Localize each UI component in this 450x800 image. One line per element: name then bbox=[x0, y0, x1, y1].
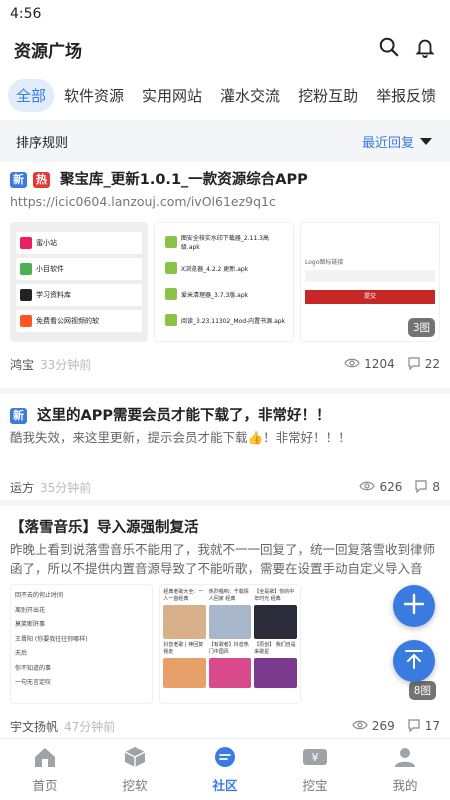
coin-icon: ¥ bbox=[302, 746, 328, 771]
post-image[interactable]: Logo图标链接 提交 3图 bbox=[300, 222, 440, 342]
status-bar: 4:56 bbox=[0, 0, 450, 28]
nav-label: 挖宝 bbox=[302, 777, 328, 793]
search-icon[interactable] bbox=[378, 36, 400, 62]
post-image[interactable]: 图安全核实水印下载器_2.11.3高级.apk X浏览器_4.2.2 更新.ap… bbox=[154, 222, 294, 342]
post-meta: 运方 35分钟前 626 8 bbox=[10, 473, 440, 501]
user-icon bbox=[393, 746, 417, 771]
post-meta: 宇文扬帆 47分钟前 269 17 bbox=[10, 712, 440, 740]
page-title: 资源广场 bbox=[14, 41, 82, 62]
post-images: 蜜小站 小目软件 学习资料库 免费看公网视频的软 图安全核实水印下载器_2.11… bbox=[10, 222, 440, 342]
post-title: 【落雪音乐】导入源强制复活 bbox=[10, 520, 199, 536]
sort-bar: 排序规则 最近回复 bbox=[0, 120, 450, 162]
post-card[interactable]: 新 热 聚宝库_更新1.0.1_一款资源综合APP https://icic06… bbox=[0, 162, 450, 394]
post-author[interactable]: 运方 bbox=[10, 481, 34, 495]
post-image[interactable]: 经典老歌大全：一人一首经典 热烈唱响：千载情人回家 经典 【全是歌】你的中年时光… bbox=[159, 584, 301, 704]
nav-label: 我的 bbox=[392, 777, 418, 793]
image-count-badge: 3图 bbox=[407, 318, 435, 337]
nav-label: 挖软 bbox=[122, 777, 148, 793]
nav-profile[interactable]: 我的 bbox=[360, 739, 450, 800]
tab-websites[interactable]: 实用网站 bbox=[134, 79, 210, 112]
post-images: 回不去的何止时间 离别开出花 莫笑断肝事 王晋阳 (你要我往往你哪样) 天后 你… bbox=[10, 584, 440, 704]
category-tabs: 全部 软件资源 实用网站 灌水交流 挖粉互助 举报反馈 bbox=[0, 70, 450, 120]
new-post-button[interactable] bbox=[393, 585, 435, 627]
plus-icon bbox=[403, 593, 425, 619]
tab-chat[interactable]: 灌水交流 bbox=[212, 79, 288, 112]
sort-dropdown[interactable]: 最近回复 bbox=[362, 132, 432, 151]
status-time: 4:56 bbox=[10, 6, 42, 22]
post-title: 这里的APP需要会员才能下载了，非常好！！ bbox=[37, 408, 331, 424]
post-card[interactable]: 新 这里的APP需要会员才能下载了，非常好！！ 酷我失效，来这里更新，提示会员才… bbox=[0, 394, 450, 506]
image-count-badge: 8图 bbox=[408, 681, 436, 700]
post-time: 33分钟前 bbox=[40, 357, 92, 372]
nav-treasure[interactable]: ¥ 挖宝 bbox=[270, 739, 360, 800]
comment-count: 22 bbox=[424, 357, 440, 371]
cube-icon bbox=[123, 746, 147, 771]
post-link[interactable]: https://icic0604.lanzouj.com/ivOl61ez9q1… bbox=[10, 192, 440, 212]
tab-mutual-help[interactable]: 挖粉互助 bbox=[290, 79, 366, 112]
comment-count: 8 bbox=[432, 480, 440, 494]
tab-report[interactable]: 举报反馈 bbox=[368, 79, 444, 112]
tab-all[interactable]: 全部 bbox=[8, 78, 55, 112]
post-image[interactable]: 回不去的何止时间 离别开出花 莫笑断肝事 王晋阳 (你要我往往你哪样) 天后 你… bbox=[10, 584, 154, 704]
nav-label: 社区 bbox=[212, 777, 238, 793]
post-time: 47分钟前 bbox=[64, 719, 116, 734]
sort-value: 最近回复 bbox=[361, 135, 414, 151]
comment-icon bbox=[407, 718, 421, 735]
post-author[interactable]: 鸿宝 bbox=[10, 358, 34, 372]
bottom-nav: 首页 挖软 社区 ¥ 挖宝 我的 bbox=[0, 738, 450, 800]
post-image[interactable]: 蜜小站 小目软件 学习资料库 免费看公网视频的软 bbox=[10, 222, 148, 342]
app-bar: 资源广场 bbox=[0, 28, 450, 70]
hot-badge: 热 bbox=[33, 172, 50, 188]
chat-icon bbox=[213, 746, 237, 771]
nav-software[interactable]: 挖软 bbox=[90, 739, 180, 800]
nav-home[interactable]: 首页 bbox=[0, 739, 90, 800]
comment-count: 17 bbox=[424, 719, 440, 733]
post-title: 聚宝库_更新1.0.1_一款资源综合APP bbox=[60, 172, 308, 188]
caret-down-icon bbox=[420, 137, 432, 145]
nav-label: 首页 bbox=[32, 777, 58, 793]
new-badge: 新 bbox=[10, 408, 27, 424]
view-count: 626 bbox=[379, 480, 403, 494]
eye-icon bbox=[344, 357, 360, 372]
comment-icon bbox=[407, 356, 421, 373]
svg-text:¥: ¥ bbox=[312, 751, 319, 764]
view-count: 269 bbox=[371, 719, 395, 733]
home-icon bbox=[33, 746, 57, 771]
sort-label: 排序规则 bbox=[16, 135, 69, 151]
post-time: 35分钟前 bbox=[40, 480, 92, 495]
post-meta: 鸿宝 33分钟前 1204 22 bbox=[10, 350, 440, 378]
post-excerpt: 昨晚上看到说落雪音乐不能用了，我就不一一回复了，统一回复落雪收到律师函了，所以不… bbox=[10, 542, 436, 576]
post-card[interactable]: 【落雪音乐】导入源强制复活 昨晚上看到说落雪音乐不能用了，我就不一一回复了，统一… bbox=[0, 506, 450, 736]
eye-icon bbox=[352, 719, 368, 734]
view-count: 1204 bbox=[364, 357, 395, 371]
comment-icon bbox=[414, 479, 428, 496]
new-badge: 新 bbox=[10, 172, 27, 188]
scroll-to-top-button[interactable] bbox=[393, 640, 435, 682]
eye-icon bbox=[359, 480, 376, 495]
tab-software[interactable]: 软件资源 bbox=[56, 79, 132, 112]
post-excerpt: 酷我失效，来这里更新，提示会员才能下载👍！非常好！！！ bbox=[10, 430, 351, 445]
post-author[interactable]: 宇文扬帆 bbox=[10, 720, 58, 734]
nav-community[interactable]: 社区 bbox=[180, 739, 270, 800]
bell-icon[interactable] bbox=[414, 36, 436, 62]
arrow-up-icon bbox=[403, 648, 425, 674]
